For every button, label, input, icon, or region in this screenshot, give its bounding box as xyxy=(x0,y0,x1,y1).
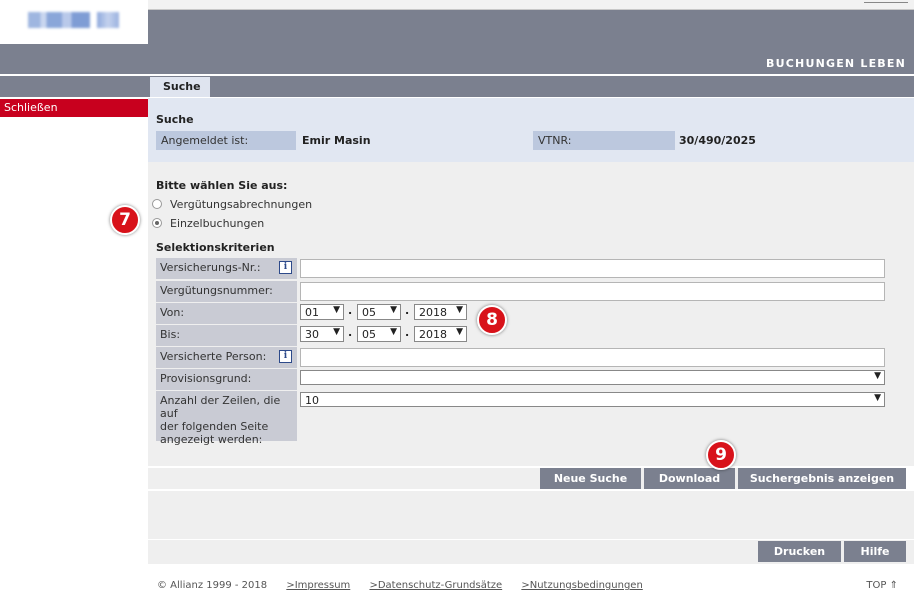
versicherungs-nr-input[interactable] xyxy=(300,259,885,278)
logo-wordmark-blurred xyxy=(28,12,90,28)
terms-link[interactable]: >Nutzungsbedingungen xyxy=(521,580,642,591)
criteria-title: Selektionskriterien xyxy=(156,241,275,254)
privacy-link[interactable]: >Datenschutz-Grundsätze xyxy=(369,580,502,591)
top-strip xyxy=(148,0,914,10)
back-to-top-link[interactable]: TOP ⇑ xyxy=(866,580,898,591)
print-action-bar: Drucken Hilfe xyxy=(148,540,914,564)
vtnr-label: VTNR: xyxy=(533,131,675,150)
bis-year-select[interactable]: 2018 ▼ xyxy=(414,326,467,342)
callout-badge-9: 9 xyxy=(706,440,736,470)
radio-einzelbuchungen[interactable] xyxy=(152,218,162,228)
show-results-button[interactable]: Suchergebnis anzeigen xyxy=(738,468,906,489)
help-button[interactable]: Hilfe xyxy=(844,541,906,562)
dropdown-arrow-icon: ▼ xyxy=(874,371,881,381)
dropdown-arrow-icon: ▼ xyxy=(390,327,397,337)
new-search-button[interactable]: Neue Suche xyxy=(540,468,641,489)
verguetungsnummer-input[interactable] xyxy=(300,282,885,301)
bis-month-select[interactable]: 05 ▼ xyxy=(357,326,401,342)
dropdown-arrow-icon: ▼ xyxy=(333,305,340,315)
versicherungs-nr-label: Versicherungs-Nr.: i xyxy=(156,258,297,279)
print-button[interactable]: Drucken xyxy=(758,541,841,562)
radio-verguetungsabrechnungen[interactable] xyxy=(152,199,162,209)
company-logo xyxy=(0,0,148,44)
info-icon[interactable]: i xyxy=(279,261,292,274)
header-band-left xyxy=(0,44,148,74)
callout-badge-8: 8 xyxy=(477,305,507,335)
header-band: BUCHUNGEN LEBEN xyxy=(148,10,914,74)
rows-per-page-label: Anzahl der Zeilen, die auf der folgenden… xyxy=(156,391,297,446)
choose-title: Bitte wählen Sie aus: xyxy=(156,179,288,192)
von-label: Von: xyxy=(156,303,297,324)
page: BUCHUNGEN LEBEN Suche Schließen Suche An… xyxy=(0,0,914,600)
section-title-suche: Suche xyxy=(156,113,194,126)
info-icon[interactable]: i xyxy=(279,350,292,363)
vtnr-value: 30/490/2025 xyxy=(679,134,756,147)
download-button[interactable]: Download xyxy=(644,468,735,489)
dropdown-arrow-icon: ▼ xyxy=(456,327,463,337)
tab-bar xyxy=(0,75,914,97)
versicherte-person-label: Versicherte Person: i xyxy=(156,347,297,368)
logo-mark-blurred xyxy=(97,12,119,28)
dropdown-arrow-icon: ▼ xyxy=(333,327,340,337)
callout-badge-7: 7 xyxy=(110,205,140,235)
provisionsgrund-select[interactable]: ▼ xyxy=(300,370,885,385)
bis-label: Bis: xyxy=(156,325,297,346)
von-year-select[interactable]: 2018 ▼ xyxy=(414,304,467,320)
results-area xyxy=(148,491,914,539)
dropdown-arrow-icon: ▼ xyxy=(390,305,397,315)
provisionsgrund-label: Provisionsgrund: xyxy=(156,369,297,390)
logged-in-label: Angemeldet ist: xyxy=(156,131,296,150)
von-month-select[interactable]: 05 ▼ xyxy=(357,304,401,320)
von-day-select[interactable]: 01 ▼ xyxy=(300,304,344,320)
rows-per-page-select[interactable]: 10 ▼ xyxy=(300,392,885,407)
copyright: © Allianz 1999 - 2018 xyxy=(157,580,268,591)
verguetungsnummer-label: Vergütungsnummer: xyxy=(156,281,297,302)
close-link[interactable]: Schließen xyxy=(0,99,148,117)
radio-label-einzelbuchungen[interactable]: Einzelbuchungen xyxy=(170,217,264,230)
search-form: Bitte wählen Sie aus: Vergütungsabrechnu… xyxy=(148,162,914,466)
radio-label-verguetungsabrechnungen[interactable]: Vergütungsabrechnungen xyxy=(170,198,312,211)
logged-in-user: Emir Masin xyxy=(302,134,371,147)
tab-suche[interactable]: Suche xyxy=(150,77,210,97)
session-info-panel: Suche Angemeldet ist: Emir Masin VTNR: 3… xyxy=(148,98,914,162)
bis-day-select[interactable]: 30 ▼ xyxy=(300,326,344,342)
versicherte-person-input[interactable] xyxy=(300,348,885,367)
dropdown-arrow-icon: ▼ xyxy=(456,305,463,315)
impressum-link[interactable]: >Impressum xyxy=(286,580,350,591)
footer: © Allianz 1999 - 2018 >Impressum >Datens… xyxy=(157,580,643,591)
dropdown-arrow-icon: ▼ xyxy=(874,393,881,403)
search-action-bar: Neue Suche Download Suchergebnis anzeige… xyxy=(148,466,914,491)
app-title: BUCHUNGEN LEBEN xyxy=(766,57,906,70)
